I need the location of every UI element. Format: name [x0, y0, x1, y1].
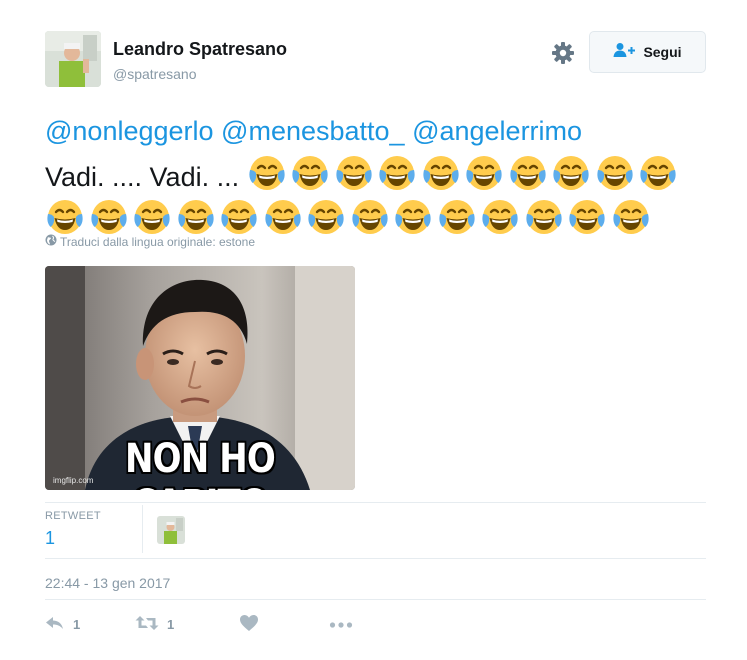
like-button[interactable] — [239, 614, 329, 635]
tears-of-joy-emoji-icon — [464, 153, 504, 193]
tears-of-joy-emoji-icon — [176, 197, 216, 237]
mention-link[interactable]: @nonleggerlo — [45, 116, 214, 146]
divider — [45, 502, 706, 503]
tweet-body: Vadi. .... Vadi. ... — [45, 162, 240, 192]
tears-of-joy-emoji-icon — [421, 153, 461, 193]
tears-of-joy-emoji-icon — [45, 197, 85, 237]
tears-of-joy-emoji-icon — [567, 197, 607, 237]
tweet-actions: 1 1 — [45, 612, 353, 636]
heart-icon — [239, 614, 259, 635]
text-line: Vadi. .... Vadi. ... — [45, 153, 710, 197]
tears-of-joy-emoji-icon — [638, 153, 678, 193]
reply-button[interactable]: 1 — [45, 615, 135, 634]
divider — [45, 599, 706, 600]
user-handle[interactable]: @spatresano — [113, 66, 196, 82]
tears-of-joy-emoji-icon — [480, 197, 520, 237]
retweet-icon — [135, 615, 159, 634]
translate-link[interactable]: Traduci dalla lingua originale: estone — [45, 234, 255, 249]
divider — [142, 505, 143, 553]
follow-button-label: Segui — [643, 44, 682, 60]
retweet-stats: RETWEET 1 — [45, 510, 101, 549]
globe-icon — [45, 234, 57, 249]
tweet-image[interactable]: NON HO CAPITO imgflip.com — [45, 266, 355, 490]
tears-of-joy-emoji-icon — [132, 197, 172, 237]
image-caption: NON HO CAPITO — [125, 436, 276, 490]
mention-link[interactable]: @angelerrimo — [412, 116, 582, 146]
reply-count: 1 — [73, 616, 81, 632]
mention-link[interactable]: @menesbatto_ — [221, 116, 405, 146]
mentions-line: @nonleggerlo @menesbatto_ @angelerrimo — [45, 109, 710, 153]
gear-icon[interactable] — [551, 41, 575, 65]
tears-of-joy-emoji-icon — [524, 197, 564, 237]
image-credit: imgflip.com — [53, 476, 94, 485]
more-dots-icon — [329, 617, 353, 632]
follow-button[interactable]: Segui — [589, 31, 706, 73]
retweet-stat-label: RETWEET — [45, 510, 101, 522]
reply-icon — [45, 615, 65, 634]
tears-of-joy-emoji-icon — [290, 153, 330, 193]
tears-of-joy-emoji-icon — [334, 153, 374, 193]
translate-label: Traduci dalla lingua originale: estone — [60, 234, 256, 249]
more-button[interactable] — [329, 617, 353, 632]
tweet-timestamp[interactable]: 22:44 - 13 gen 2017 — [45, 575, 170, 591]
tweet-text: @nonleggerlo @menesbatto_ @angelerrimo V… — [45, 109, 710, 241]
tears-of-joy-emoji-icon — [247, 153, 287, 193]
tears-of-joy-emoji-icon — [508, 153, 548, 193]
tears-of-joy-emoji-icon — [350, 197, 390, 237]
tears-of-joy-emoji-icon — [377, 153, 417, 193]
tears-of-joy-emoji-icon — [263, 197, 303, 237]
tears-of-joy-emoji-icon — [89, 197, 129, 237]
add-user-icon — [613, 42, 636, 63]
retweet-count: 1 — [167, 616, 175, 632]
retweeter-avatar[interactable] — [157, 516, 185, 544]
tears-of-joy-emoji-icon — [393, 197, 433, 237]
tears-of-joy-emoji-icon — [595, 153, 635, 193]
divider — [45, 558, 706, 559]
tears-of-joy-emoji-icon — [611, 197, 651, 237]
avatar[interactable] — [45, 31, 101, 87]
retweet-button[interactable]: 1 — [135, 615, 239, 634]
retweet-stat-count[interactable]: 1 — [45, 528, 101, 549]
tears-of-joy-emoji-icon — [219, 197, 259, 237]
tears-of-joy-emoji-icon — [306, 197, 346, 237]
tears-of-joy-emoji-icon — [437, 197, 477, 237]
user-name[interactable]: Leandro Spatresano — [113, 39, 287, 60]
tears-of-joy-emoji-icon — [551, 153, 591, 193]
